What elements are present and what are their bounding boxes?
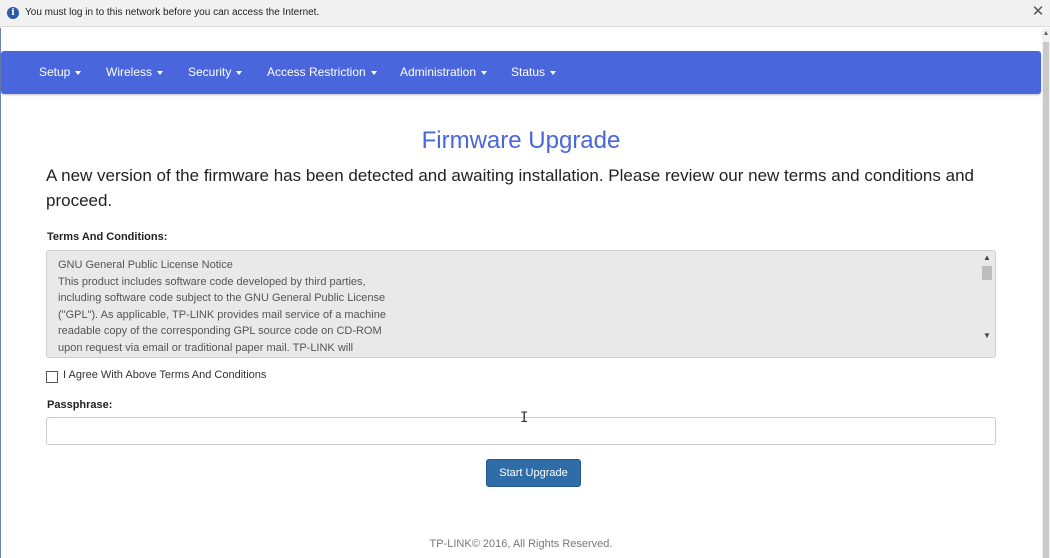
nav-access-restriction-label: Access Restriction <box>267 65 366 79</box>
intro-text: A new version of the firmware has been d… <box>46 166 974 210</box>
terms-scrollbar[interactable]: ▲ ▼ <box>981 253 993 355</box>
terms-textarea[interactable]: GNU General Public License Notice This p… <box>46 250 996 358</box>
start-upgrade-button[interactable]: Start Upgrade <box>486 459 581 487</box>
caret-down-icon <box>481 70 488 75</box>
nav-security[interactable]: Security <box>188 51 243 94</box>
nav-status[interactable]: Status <box>511 51 557 94</box>
scroll-up-icon[interactable]: ▲ <box>1042 30 1050 38</box>
text-cursor-icon: I <box>520 410 529 426</box>
nav-wireless-label: Wireless <box>106 65 153 79</box>
window-left-edge <box>0 28 1 558</box>
close-icon[interactable]: ✕ <box>1030 4 1046 20</box>
agree-label[interactable]: I Agree With Above Terms And Conditions <box>63 369 266 381</box>
info-icon: i <box>7 7 19 19</box>
terms-scroll-thumb[interactable] <box>982 266 992 280</box>
nav-access-restriction[interactable]: Access Restriction <box>267 51 377 94</box>
nav-administration-label: Administration <box>400 65 477 79</box>
terms-line: readable copy of the corresponding GPL s… <box>58 325 382 337</box>
main-navbar: Setup Wireless Security Access Restricti… <box>1 51 1041 94</box>
caret-down-icon <box>75 70 82 75</box>
scroll-thumb[interactable] <box>1043 42 1049 558</box>
nav-setup[interactable]: Setup <box>39 51 82 94</box>
caret-down-icon <box>157 70 164 75</box>
page-scrollbar[interactable]: ▲ <box>1042 28 1050 558</box>
terms-line: This product includes software code deve… <box>58 275 366 288</box>
terms-text: GNU General Public License Notice This p… <box>58 257 958 356</box>
nav-status-label: Status <box>511 65 546 79</box>
caret-down-icon <box>236 70 243 75</box>
nav-setup-label: Setup <box>39 65 71 79</box>
terms-label: Terms And Conditions: <box>47 231 168 243</box>
nav-security-label: Security <box>188 65 232 79</box>
nav-wireless[interactable]: Wireless <box>106 51 164 94</box>
agree-checkbox[interactable] <box>46 371 58 383</box>
nav-administration[interactable]: Administration <box>400 51 488 94</box>
page-title: Firmware Upgrade <box>421 127 621 154</box>
caret-down-icon <box>550 70 557 75</box>
chevron-down-icon[interactable]: ▼ <box>983 331 991 340</box>
terms-line: upon request via email or traditional pa… <box>58 341 354 354</box>
chevron-up-icon[interactable]: ▲ <box>983 253 991 262</box>
passphrase-label: Passphrase: <box>47 399 113 411</box>
terms-line: including software code subject to the G… <box>58 292 386 304</box>
terms-line: ("GPL"). As applicable, TP-LINK provides… <box>58 308 386 321</box>
notification-text: You must log in to this network before y… <box>25 7 320 18</box>
terms-line: GNU General Public License Notice <box>58 259 233 271</box>
notification-bar: i You must log in to this network before… <box>0 0 1050 27</box>
caret-down-icon <box>370 70 377 75</box>
footer-copyright: TP-LINK© 2016, All Rights Reserved. <box>429 538 613 550</box>
